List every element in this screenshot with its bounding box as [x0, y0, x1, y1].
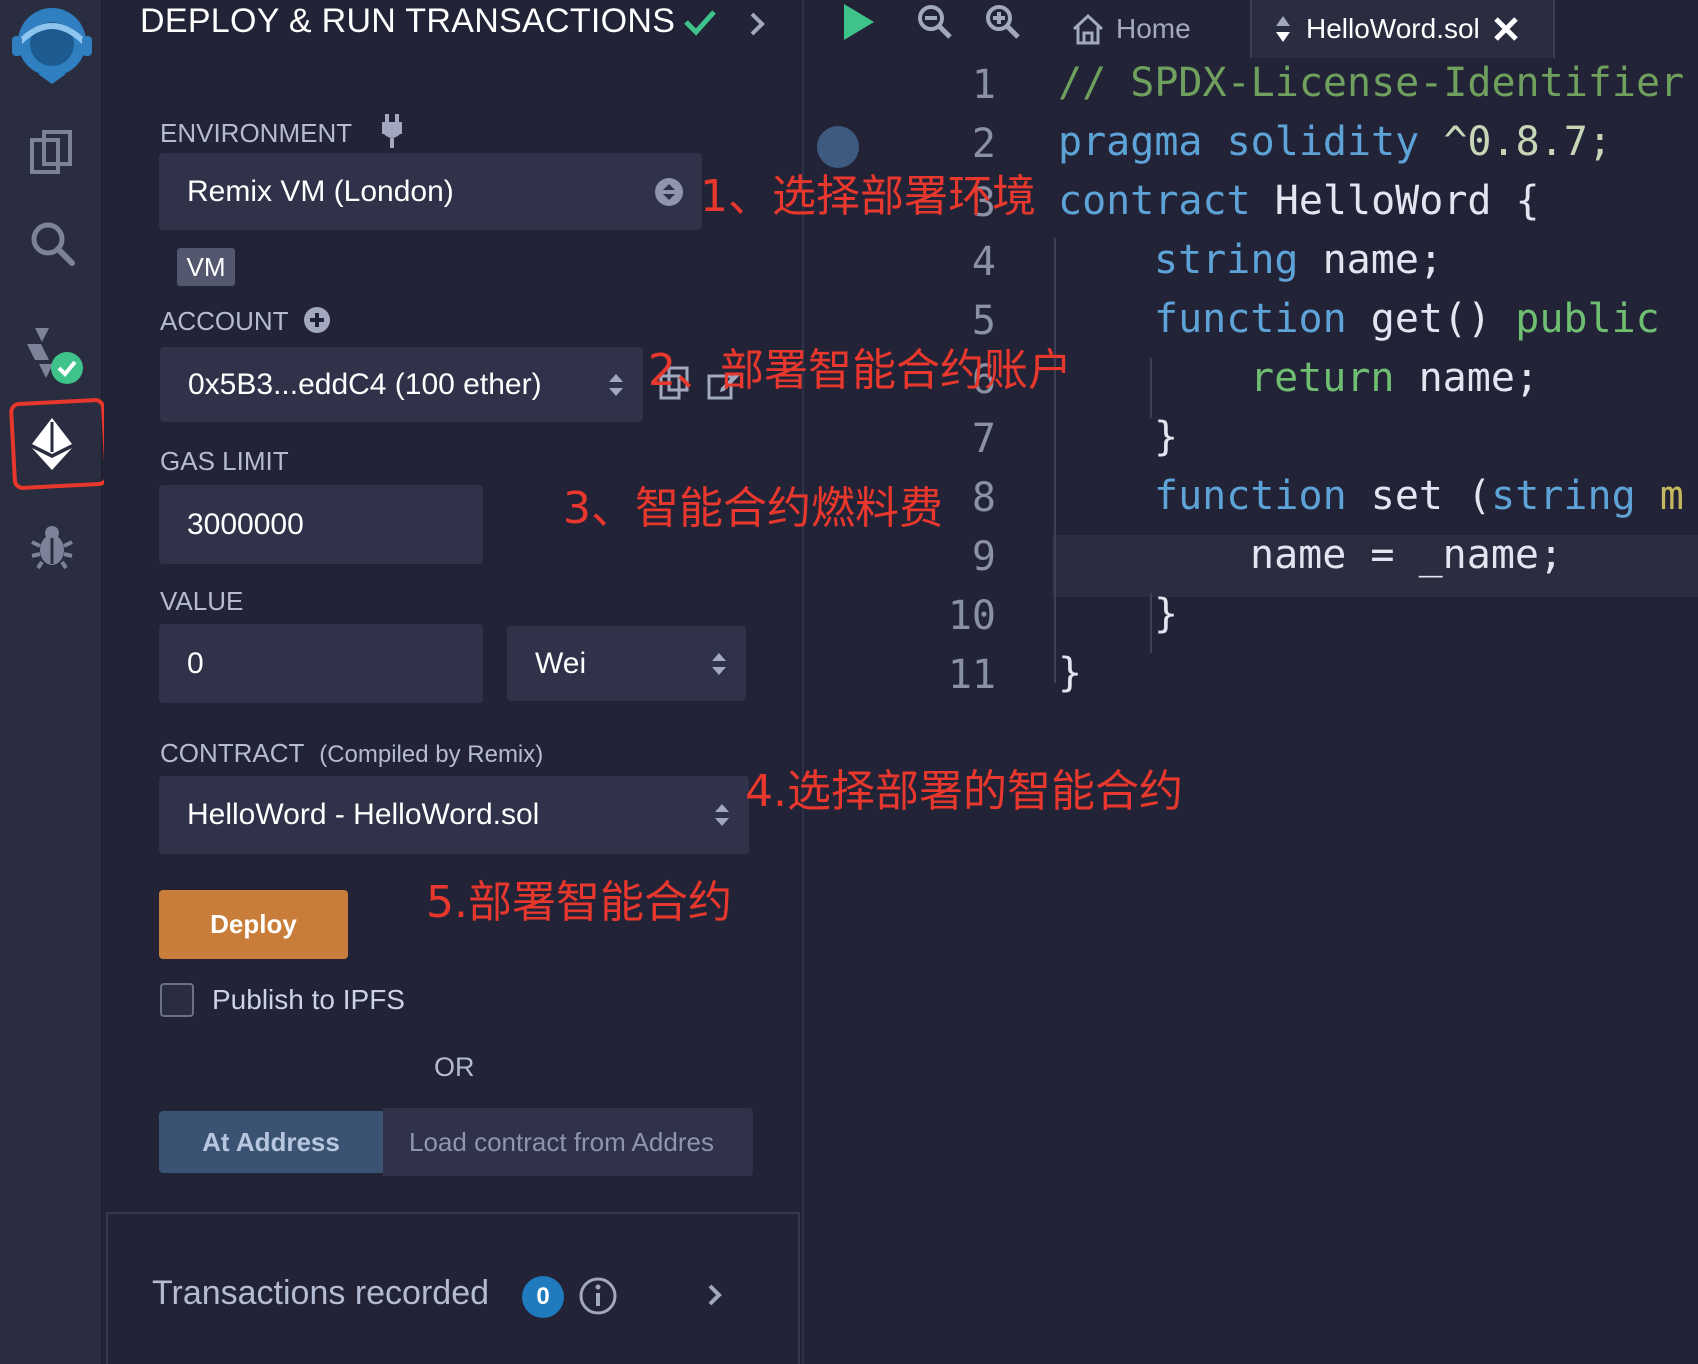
at-address-button[interactable]: At Address: [159, 1111, 383, 1173]
address-input[interactable]: Load contract from Addres: [383, 1108, 753, 1176]
remix-logo-icon[interactable]: [0, 4, 103, 84]
account-label: ACCOUNT: [160, 306, 331, 337]
code-line-6: return name;: [1250, 355, 1539, 401]
tab-home[interactable]: Home: [1060, 0, 1255, 58]
annotation-5: 5.部署智能合约: [426, 877, 732, 928]
compiler-icon[interactable]: [0, 322, 103, 388]
transactions-label: Transactions recorded: [152, 1274, 490, 1312]
run-icon[interactable]: [840, 2, 876, 42]
zoom-out-icon[interactable]: [917, 4, 953, 40]
account-select[interactable]: 0x5B3...eddC4 (100 ether): [160, 347, 643, 422]
line-number: 4: [971, 239, 996, 285]
select-spinner-icon: [655, 177, 683, 206]
value-label: VALUE: [160, 586, 244, 616]
deploy-run-panel: DEPLOY & RUN TRANSACTIONS ENVIRONMENT Re…: [104, 0, 804, 1364]
tab-home-label: Home: [1116, 13, 1191, 44]
select-spinner-icon: [715, 804, 729, 826]
transactions-count-badge: 0: [522, 1276, 564, 1318]
indent-guide: [1054, 238, 1056, 683]
line-number: 10: [947, 593, 996, 639]
code-area[interactable]: // SPDX-License-Identifier pragma solidi…: [1052, 58, 1698, 1364]
value-unit-select[interactable]: Wei: [507, 626, 746, 701]
contract-select[interactable]: HelloWord - HelloWord.sol: [159, 776, 749, 854]
gas-limit-value: 3000000: [187, 507, 304, 541]
environment-value: Remix VM (London): [187, 174, 454, 208]
value-amount: 0: [187, 646, 204, 680]
panel-title: DEPLOY & RUN TRANSACTIONS: [140, 2, 676, 40]
file-explorer-icon[interactable]: [0, 128, 103, 176]
tab-file-label: HelloWord.sol: [1306, 13, 1480, 44]
contract-value: HelloWord - HelloWord.sol: [187, 798, 540, 831]
chevron-right-icon[interactable]: [746, 8, 770, 40]
info-icon[interactable]: [578, 1276, 618, 1316]
check-icon: [684, 10, 716, 36]
line-number: 7: [971, 416, 996, 462]
debugger-icon[interactable]: [0, 520, 103, 572]
plug-icon: [381, 114, 402, 148]
select-spinner-icon: [712, 652, 726, 675]
transactions-recorded-section[interactable]: Transactions recorded 0: [106, 1212, 800, 1364]
deploy-button[interactable]: Deploy: [159, 890, 348, 959]
code-line-1: // SPDX-License-Identifier: [1058, 60, 1685, 106]
indent-guide: [1150, 593, 1152, 653]
line-number: 1: [971, 62, 996, 108]
code-line-7: }: [1154, 414, 1179, 460]
plus-circle-icon[interactable]: [303, 306, 331, 334]
publish-ipfs-checkbox[interactable]: [160, 983, 194, 1017]
annotation-2: 2、部署智能合约账户: [648, 345, 1072, 396]
vm-badge: VM: [177, 248, 235, 286]
code-line-2: pragma solidity ^0.8.7;: [1058, 119, 1612, 165]
value-input[interactable]: 0: [159, 624, 483, 703]
home-icon: [1072, 13, 1104, 45]
publish-ipfs-label: Publish to IPFS: [212, 984, 405, 1015]
deploy-highlight-box: [8, 397, 110, 491]
value-unit: Wei: [535, 646, 587, 680]
environment-select[interactable]: Remix VM (London): [159, 153, 702, 230]
line-number-gutter: 1 2 3 4 5 6 7 8 9 10 11: [805, 58, 1052, 1364]
or-label: OR: [434, 1052, 475, 1082]
code-line-3: contract HelloWord {: [1058, 178, 1540, 224]
code-line-4: string name;: [1154, 237, 1443, 283]
select-spinner-icon: [609, 373, 623, 396]
search-icon[interactable]: [0, 218, 103, 268]
contract-label: CONTRACT (Compiled by Remix): [160, 738, 544, 768]
indent-guide: [1150, 358, 1152, 418]
code-line-8: function set (string m: [1154, 473, 1684, 519]
environment-label: ENVIRONMENT: [160, 114, 407, 149]
file-sync-icon: [1276, 16, 1290, 42]
tab-hellowordsol[interactable]: HelloWord.sol: [1250, 0, 1555, 58]
annotation-1: 1、选择部署环境: [700, 171, 1036, 222]
close-icon[interactable]: [1492, 15, 1520, 43]
zoom-in-icon[interactable]: [985, 4, 1021, 40]
code-line-5: function get() public: [1154, 296, 1660, 342]
line-number: 9: [971, 534, 996, 580]
account-value: 0x5B3...eddC4 (100 ether): [188, 367, 542, 401]
editor-toolbar: Home HelloWord.sol: [805, 0, 1698, 58]
annotation-3: 3、智能合约燃料费: [563, 483, 943, 534]
code-line-11: }: [1058, 650, 1083, 696]
line-number: 11: [947, 652, 996, 698]
gas-limit-label: GAS LIMIT: [160, 446, 289, 476]
icon-rail: [0, 0, 110, 1364]
chevron-right-icon[interactable]: [704, 1280, 726, 1310]
code-line-10: }: [1154, 591, 1179, 637]
contract-sublabel: (Compiled by Remix): [319, 741, 544, 768]
annotation-4: 4.选择部署的智能合约: [745, 766, 1183, 817]
gas-limit-input[interactable]: 3000000: [159, 485, 483, 564]
code-line-9: name = _name;: [1250, 532, 1564, 578]
